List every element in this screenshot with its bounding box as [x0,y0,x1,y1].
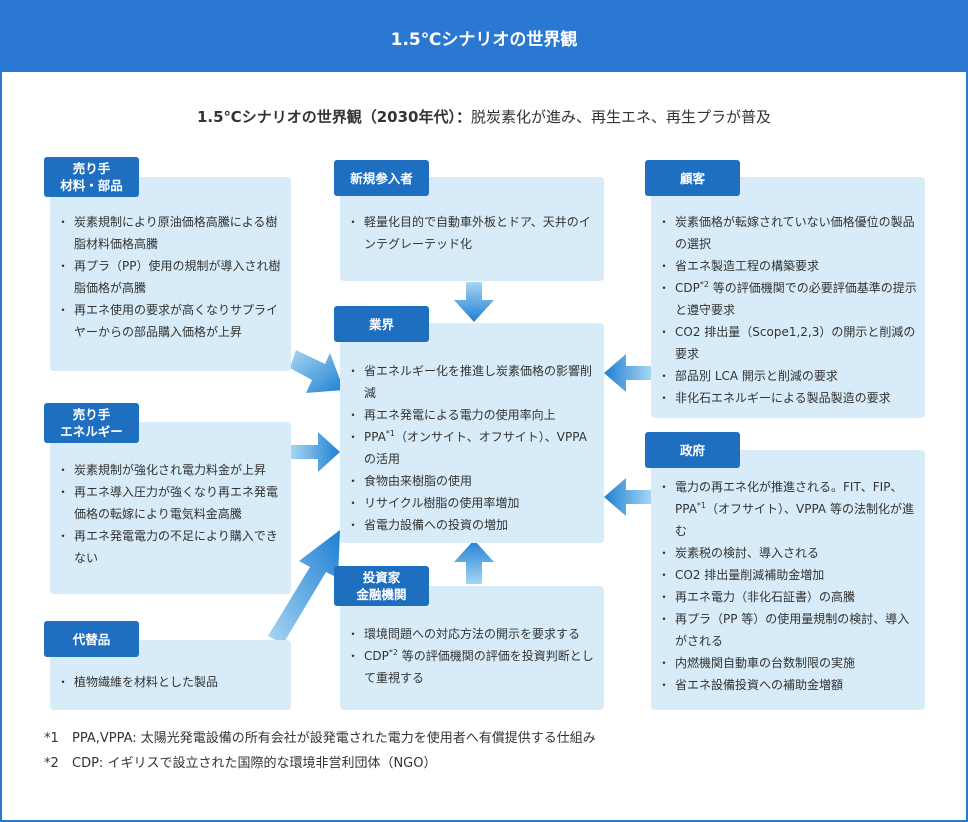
list-substitutes: 植物繊維を材料とした製品 [57,671,284,693]
list-item: 炭素税の検討、導入される [658,542,917,564]
list-item: 再エネ使用の要求が高くなりサプライヤーからの部品購入価格が上昇 [57,299,284,343]
list-item: リサイクル樹脂の使用率増加 [347,492,600,514]
list-item: 軽量化目的で自動車外板とドア、天井のインテグレーテッド化 [347,211,598,255]
diagram-subtitle: 1.5℃シナリオの世界観（2030年代）：脱炭素化が進み、再生エネ、再生プラが普… [2,106,966,127]
footnote-1: *1 PPA,VPPA: 太陽光発電設備の所有会社が設発電された電力を使用者へ有償… [44,731,596,746]
list-new-entrants: 軽量化目的で自動車外板とドア、天井のインテグレーテッド化 [347,211,598,255]
list-sellers-energy: 炭素規制が強化され電力料金が上昇 再エネ導入圧力が強くなり再エネ発電価格の転嫁に… [57,459,284,569]
list-item: CDP*2 等の評価機関での必要評価基準の提示と遵守要求 [658,277,917,321]
label-sellers-materials: 売り手 材料・部品 [44,157,139,197]
list-item: CO2 排出量（Scope1,2,3）の開示と削減の要求 [658,321,917,365]
label-sellers-energy: 売り手 エネルギー [44,403,139,443]
list-item: PPA*1（オンサイト、オフサイト）、VPPA の活用 [347,426,600,470]
list-investors: 環境問題への対応方法の開示を要求する CDP*2 等の評価機関の評価を投資判断と… [347,623,600,689]
footnote-2: *2 CDP: イギリスで設立された国際的な環境非営利団体（NGO） [44,756,437,771]
list-item: 非化石エネルギーによる製品製造の要求 [658,387,917,409]
label-customers: 顧客 [645,160,740,196]
list-item: 部品別 LCA 開示と削減の要求 [658,365,917,387]
list-item: 食物由来樹脂の使用 [347,470,600,492]
subtitle-rest: 脱炭素化が進み、再生エネ、再生プラが普及 [470,108,771,126]
list-government: 電力の再エネ化が推進される。FIT、FIP、PPA*1（オフサイト）、VPPA … [658,476,917,696]
list-item: 再エネ発電電力の不足により購入できない [57,525,284,569]
list-item: 環境問題への対応方法の開示を要求する [347,623,600,645]
list-item: 再エネ導入圧力が強くなり再エネ発電価格の転嫁により電気料金高騰 [57,481,284,525]
list-item: 省エネ製造工程の構築要求 [658,255,917,277]
label-industry: 業界 [334,306,429,342]
list-item: 内燃機関自動車の台数制限の実施 [658,652,917,674]
list-item: 再プラ（PP 等）の使用量規制の検討、導入がされる [658,608,917,652]
list-item: 省エネ設備投資への補助金増額 [658,674,917,696]
list-item: 再エネ発電による電力の使用率向上 [347,404,600,426]
list-item: 炭素価格が転嫁されていない価格優位の製品の選択 [658,211,917,255]
label-investors: 投資家 金融機関 [334,566,429,606]
list-item: 植物繊維を材料とした製品 [57,671,284,693]
list-item: 再エネ電力（非化石証書）の高騰 [658,586,917,608]
list-sellers-materials: 炭素規制により原油価格高騰による樹脂材料価格高騰 再プラ（PP）使用の規制が導入… [57,211,284,343]
page-title: 1.5℃シナリオの世界観 [2,2,966,72]
list-item: 省エネルギー化を推進し炭素価格の影響削減 [347,360,600,404]
subtitle-lead: 1.5℃シナリオの世界観（2030年代）： [196,108,471,126]
list-item: CO2 排出量削減補助金増加 [658,564,917,586]
list-item: 炭素規制が強化され電力料金が上昇 [57,459,284,481]
list-item: CDP*2 等の評価機関の評価を投資判断として重視する [347,645,600,689]
list-item: 炭素規制により原油価格高騰による樹脂材料価格高騰 [57,211,284,255]
list-item: 再プラ（PP）使用の規制が導入され樹脂価格が高騰 [57,255,284,299]
list-industry: 省エネルギー化を推進し炭素価格の影響削減 再エネ発電による電力の使用率向上 PP… [347,360,600,536]
label-substitutes: 代替品 [44,621,139,657]
list-item: 電力の再エネ化が推進される。FIT、FIP、PPA*1（オフサイト）、VPPA … [658,476,917,542]
label-government: 政府 [645,432,740,468]
label-new-entrants: 新規参入者 [334,160,429,196]
list-customers: 炭素価格が転嫁されていない価格優位の製品の選択 省エネ製造工程の構築要求 CDP… [658,211,917,409]
list-item: 省電力設備への投資の増加 [347,514,600,536]
footnotes: *1 PPA,VPPA: 太陽光発電設備の所有会社が設発電された電力を使用者へ有償… [44,726,596,776]
